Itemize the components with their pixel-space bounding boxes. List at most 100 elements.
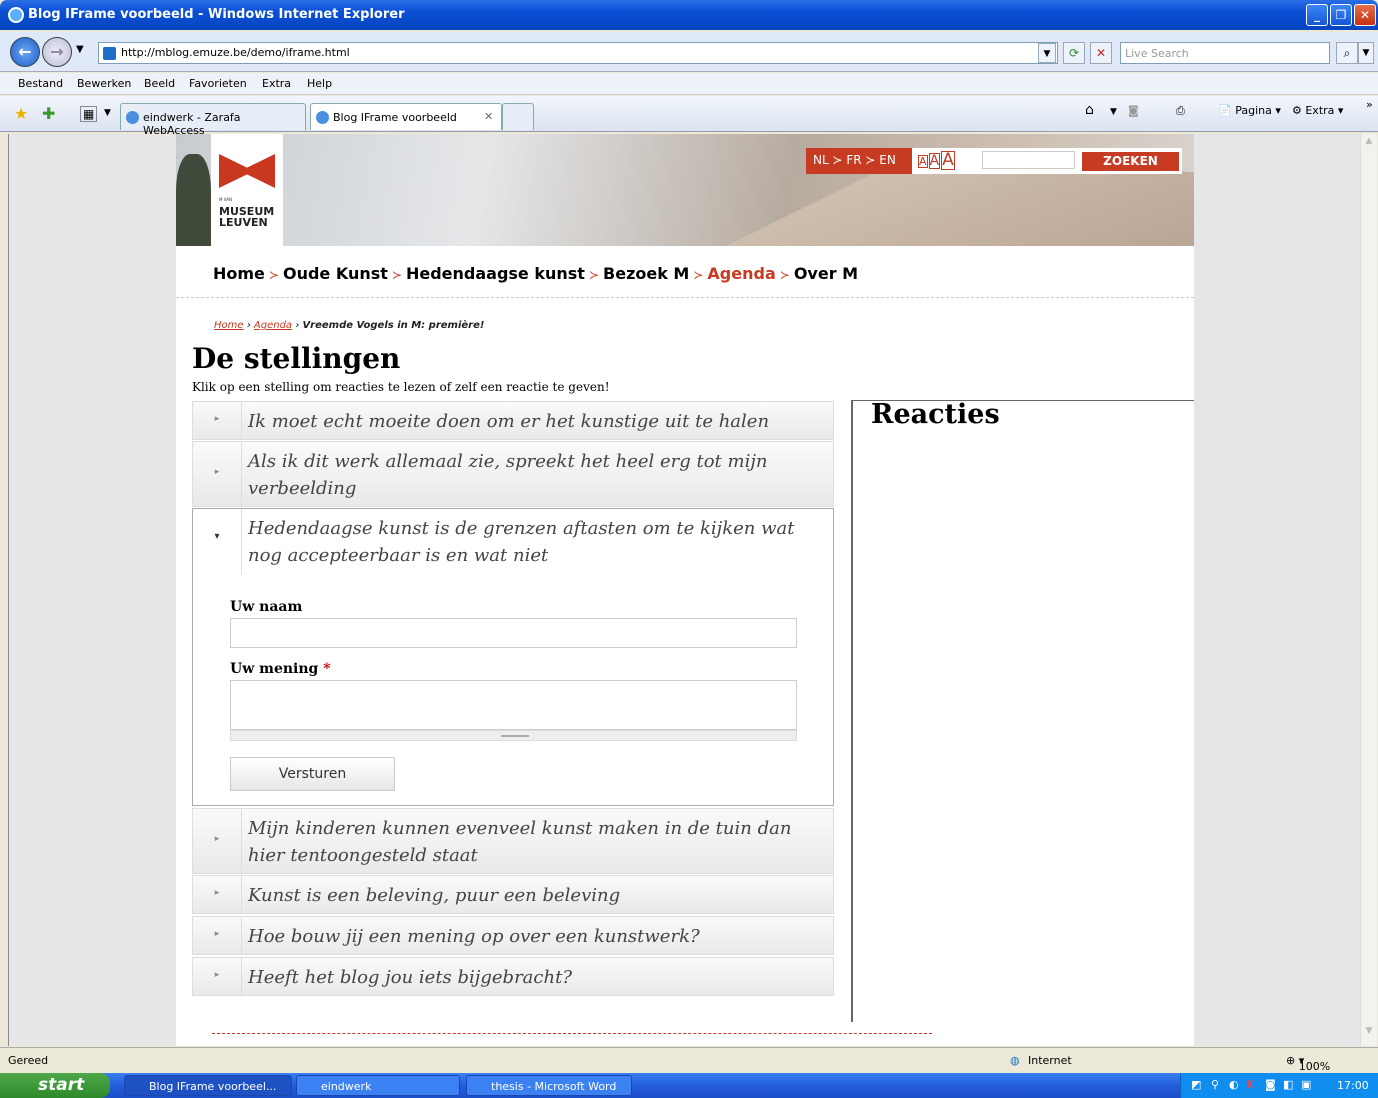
museum-logo[interactable]: M VAN MUSEUM LEUVEN (211, 134, 283, 246)
menu-help[interactable]: Help (307, 77, 332, 90)
tab-close-icon[interactable]: ✕ (484, 110, 493, 123)
status-bar: Gereed ◍ Internet ⊕ 100% ▾ (0, 1047, 1378, 1073)
minimize-button[interactable]: _ (1306, 4, 1328, 26)
more-icon[interactable]: » (1366, 98, 1373, 111)
home-dropdown-icon[interactable]: ▼ (1110, 107, 1117, 117)
nav-hedendaagse-kunst[interactable]: Hedendaagse kunst (406, 264, 585, 283)
nav-bezoek-m[interactable]: Bezoek M (603, 264, 689, 283)
close-button[interactable]: ✕ (1354, 4, 1376, 26)
expand-arrow-icon: ▸ (193, 402, 242, 439)
tray-icon[interactable]: ◙ (1265, 1078, 1276, 1091)
logo-name: MUSEUM LEUVEN (219, 206, 274, 228)
opinion-label-text: Uw mening (230, 661, 319, 677)
menu-bestand[interactable]: Bestand (18, 77, 63, 90)
site-search: ZOEKEN (982, 148, 1182, 174)
window-title: Blog IFrame voorbeeld - Windows Internet… (28, 7, 405, 22)
statement-item[interactable]: ▸ Ik moet echt moeite doen om er het kun… (192, 401, 834, 440)
search-icon[interactable]: ⌕ (1336, 42, 1358, 64)
site-search-input[interactable] (982, 151, 1075, 169)
browser-viewport: M VAN MUSEUM LEUVEN NL ≻ FR ≻ EN AAA ZOEK… (8, 134, 1360, 1046)
refresh-icon[interactable]: ⟳ (1063, 42, 1085, 64)
scroll-up-icon[interactable]: ▲ (1362, 136, 1376, 152)
opinion-textarea[interactable] (230, 680, 797, 730)
nav-agenda[interactable]: Agenda (707, 264, 775, 283)
print-icon[interactable]: ⎙ (1176, 104, 1185, 118)
start-button[interactable]: start (0, 1073, 110, 1098)
breadcrumb-agenda[interactable]: Agenda (254, 320, 292, 331)
clock[interactable]: 17:00 (1337, 1079, 1369, 1092)
statement-text: Mijn kinderen kunnen evenveel kunst make… (248, 818, 792, 866)
network-tray-icon[interactable]: ⚲ (1211, 1078, 1219, 1091)
statement-item[interactable]: ▸ Als ik dit werk allemaal zie, spreekt … (192, 441, 834, 507)
tab-zarafa[interactable]: eindwerk - Zarafa WebAccess (120, 103, 306, 137)
main-nav: Home ≻ Oude Kunst ≻ Hedendaagse kunst ≻ Bezoek… (213, 264, 858, 283)
page-subtitle: Klik op een stelling om reacties te leze… (192, 380, 610, 394)
menu-extra[interactable]: Extra (262, 77, 291, 90)
nav-oude-kunst[interactable]: Oude Kunst (283, 264, 388, 283)
task-thesis-word[interactable]: thesis - Microsoft Word (466, 1075, 632, 1096)
name-label: Uw naam (230, 599, 303, 615)
textarea-resize-handle[interactable] (230, 730, 797, 741)
favorites-star-icon[interactable]: ★ (14, 104, 28, 123)
tab-label: Blog IFrame voorbeeld (333, 111, 457, 124)
language-switch[interactable]: NL ≻ FR ≻ EN (806, 148, 912, 174)
statement-item[interactable]: ▸ Hoe bouw jij een mening op over een ku… (192, 916, 834, 955)
zoom-level[interactable]: ⊕ 100% ▾ (1286, 1054, 1330, 1073)
back-button[interactable]: ← (10, 37, 40, 67)
tray-icon[interactable]: ◧ (1283, 1078, 1293, 1091)
tab-bar: ★ ✚ ▦ ▼ eindwerk - Zarafa WebAccess Blog… (0, 96, 1378, 137)
tools-menu-button[interactable]: ⚙ Extra ▾ (1292, 104, 1343, 117)
submit-button[interactable]: Versturen (230, 757, 395, 791)
font-small-button[interactable]: A (918, 155, 928, 168)
page-menu-button[interactable]: 📄 Pagina ▾ (1218, 104, 1281, 117)
logo-small-text: M VAN (219, 197, 232, 202)
task-eindwerk[interactable]: eindwerk (296, 1075, 460, 1096)
statement-text: Heeft het blog jou iets bijgebracht? (248, 967, 572, 988)
vertical-scrollbar[interactable]: ▲ ▼ (1360, 134, 1377, 1046)
globe-icon: ◍ (1010, 1054, 1020, 1067)
search-button[interactable]: ZOEKEN (1082, 152, 1179, 171)
feeds-icon[interactable]: ◙ (1128, 104, 1139, 117)
home-icon[interactable]: ⌂ (1085, 102, 1094, 118)
quick-tabs-icon[interactable]: ▦ (80, 106, 98, 122)
menu-beeld[interactable]: Beeld (144, 77, 175, 90)
forward-button[interactable]: → (42, 37, 72, 67)
new-tab-button[interactable] (502, 103, 534, 130)
museum-page: M VAN MUSEUM LEUVEN NL ≻ FR ≻ EN AAA ZOEK… (176, 134, 1194, 1046)
add-favorite-icon[interactable]: ✚ (42, 104, 55, 123)
breadcrumb-home[interactable]: Home (214, 320, 244, 331)
tab-blog-iframe[interactable]: Blog IFrame voorbeeld ✕ (310, 103, 502, 130)
footer-divider (212, 1033, 932, 1034)
live-search-input[interactable]: Live Search (1120, 42, 1330, 64)
page-menu-label: Pagina (1235, 104, 1272, 117)
stop-icon[interactable]: ✕ (1090, 42, 1112, 64)
tray-icon[interactable]: ◐ (1229, 1078, 1239, 1091)
statement-item[interactable]: ▸ Mijn kinderen kunnen evenveel kunst ma… (192, 808, 834, 874)
restore-button[interactable]: ❐ (1330, 4, 1352, 26)
search-options-icon[interactable]: ▼ (1358, 42, 1374, 64)
tray-icon[interactable]: ▣ (1301, 1078, 1311, 1091)
statement-item[interactable]: ▸ Heeft het blog jou iets bijgebracht? (192, 957, 834, 996)
history-dropdown-icon[interactable]: ▼ (76, 44, 84, 55)
address-input[interactable]: http://mblog.emuze.be/demo/iframe.html (98, 42, 1058, 64)
collapse-arrow-icon[interactable]: ▾ (193, 509, 242, 575)
nav-home[interactable]: Home (213, 264, 265, 283)
nav-over-m[interactable]: Over M (794, 264, 858, 283)
site-header: M VAN MUSEUM LEUVEN NL ≻ FR ≻ EN AAA ZOEK… (176, 134, 1194, 246)
statement-text[interactable]: Hedendaagse kunst is de grenzen aftasten… (248, 515, 808, 569)
expand-arrow-icon: ▸ (193, 809, 242, 873)
antivirus-tray-icon[interactable]: K (1247, 1078, 1254, 1091)
menu-favorieten[interactable]: Favorieten (189, 77, 247, 90)
address-dropdown-icon[interactable]: ▼ (1038, 43, 1056, 63)
font-large-button[interactable]: A (941, 151, 955, 170)
statement-text: Ik moet echt moeite doen om er het kunst… (248, 411, 770, 432)
grip-icon (501, 735, 529, 737)
task-blog-iframe[interactable]: Blog IFrame voorbeel... (124, 1075, 292, 1096)
font-medium-button[interactable]: A (928, 153, 941, 169)
tab-list-icon[interactable]: ▼ (104, 108, 111, 118)
scroll-down-icon[interactable]: ▼ (1362, 1026, 1376, 1042)
help-tray-icon[interactable]: ◩ (1191, 1078, 1201, 1091)
name-input[interactable] (230, 618, 797, 648)
menu-bewerken[interactable]: Bewerken (77, 77, 131, 90)
statement-item[interactable]: ▸ Kunst is een beleving, puur een belevi… (192, 875, 834, 914)
